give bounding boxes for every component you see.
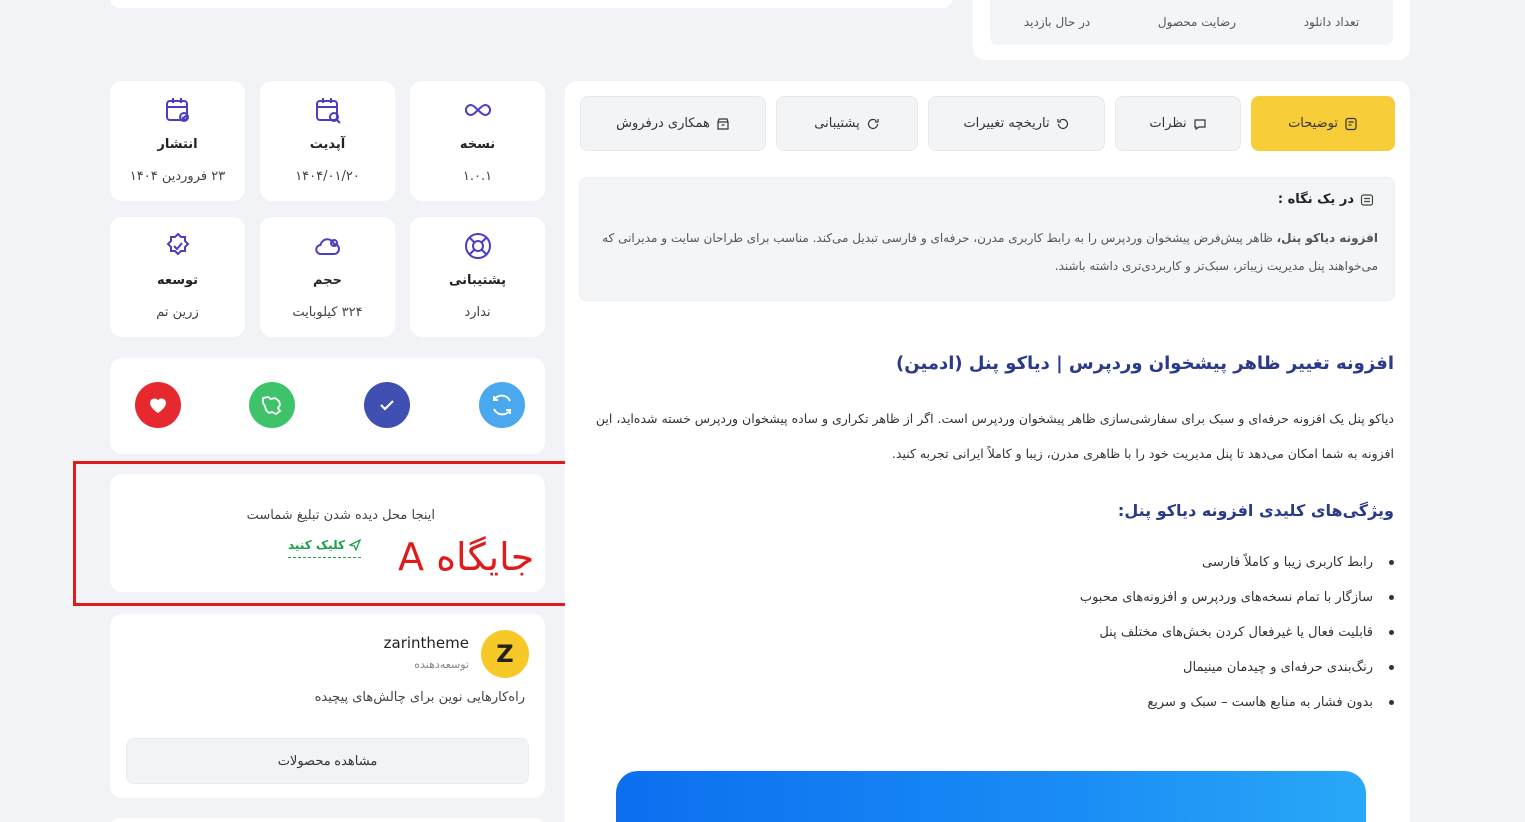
tab-comments[interactable]: نظرات: [1115, 96, 1241, 151]
infinity-icon: [464, 103, 491, 117]
glance-text: ظاهر پیش‌فرض پیشخوان وردپرس را به رابط ک…: [602, 231, 1378, 273]
stat-visiting-label: در حال بازدید: [1023, 15, 1091, 29]
tab-label: تاریخچه تغییرات: [963, 116, 1050, 131]
tab-label: پشتیبانی: [814, 116, 860, 131]
tab-changelog[interactable]: تاریخچه تغییرات: [928, 96, 1105, 151]
tab-affiliate[interactable]: همکاری درفروش: [580, 96, 766, 151]
cloud-icon: [314, 238, 340, 255]
developer-name[interactable]: zarintheme: [384, 634, 469, 652]
top-card-fragment: [110, 0, 952, 8]
tab-label: همکاری درفروش: [616, 116, 710, 131]
verified-badge-icon: [166, 232, 189, 256]
ad-slot-marker: A جایگاه: [398, 535, 535, 579]
tab-support[interactable]: پشتیبانی: [776, 96, 918, 151]
calendar-search-icon: [315, 98, 341, 124]
developer-description: راه‌کارهایی نوین برای چالش‌های پیچیده: [314, 690, 525, 705]
info-card-support: پشتیبانی ندارد: [410, 217, 545, 337]
tab-label: نظرات: [1149, 116, 1187, 131]
iran-map-icon: [262, 396, 282, 416]
document-icon: [1345, 117, 1357, 130]
product-stats-row: تعداد دانلود رضایت محصول در حال بازدید: [990, 0, 1393, 45]
list-item: سازگار با تمام نسخه‌های وردپرس و افزونه‌…: [1080, 580, 1394, 615]
view-products-button[interactable]: مشاهده محصولات: [126, 738, 529, 784]
info-card-value: زرین تم: [156, 305, 199, 320]
features-heading: ویژگی‌های کلیدی افزونه دیاکو پنل:: [1117, 501, 1394, 520]
intro-paragraph: دیاکو پنل یک افزونه حرفه‌ای و سبک برای س…: [595, 411, 1394, 461]
shop-icon: [717, 117, 729, 130]
list-item: بدون فشار به منابع هاست – سبک و سریع: [1080, 685, 1394, 720]
info-card-title: حجم: [313, 273, 342, 288]
favorite-button[interactable]: [135, 382, 181, 428]
page-title: افزونه تغییر ظاهر پیشخوان وردپرس | دیاکو…: [896, 353, 1394, 374]
info-card-size: حجم ۳۲۴ کیلوبایت: [260, 217, 395, 337]
info-card-value: ندارد: [464, 305, 491, 320]
glance-title: در یک نگاه :: [1278, 192, 1374, 207]
glance-product-name: افزونه دیاکو پنل،: [1276, 231, 1378, 245]
info-card-version: نسخه ۱.۰.۱: [410, 81, 545, 201]
comment-icon: [1194, 118, 1206, 130]
avatar[interactable]: Z: [481, 630, 529, 678]
glance-title-text: در یک نگاه :: [1277, 192, 1354, 207]
refresh-icon: [493, 394, 511, 416]
info-card-title: انتشار: [157, 137, 198, 152]
tab-label: توضیحات: [1288, 116, 1338, 131]
calendar-check-icon: [165, 98, 189, 122]
info-card-publish: انتشار ۲۳ فروردین ۱۴۰۴: [110, 81, 245, 201]
stat-satisfaction-label: رضایت محصول: [1157, 15, 1236, 29]
info-card-title: آپدیت: [309, 137, 346, 152]
heart-icon: [150, 398, 166, 413]
info-card-value: ۳۲۴ کیلوبایت: [292, 305, 363, 320]
info-card-developer: توسعه زرین تم: [110, 217, 245, 337]
info-card-update: آپدیت ۱۴۰۴/۰۱/۲۰: [260, 81, 395, 201]
verified-button[interactable]: [364, 382, 410, 428]
ad-highlight-frame: [73, 461, 571, 606]
glance-description: افزونه دیاکو پنل، ظاهر پیش‌فرض پیشخوان و…: [596, 224, 1378, 280]
developer-role: توسعه‌دهنده: [414, 658, 469, 671]
check-icon: [380, 400, 394, 411]
info-card-title: نسخه: [459, 137, 496, 152]
developer-card: Z zarintheme توسعه‌دهنده راه‌کارهایی نوی…: [110, 614, 545, 798]
features-list: رابط کاربری زیبا و کاملاً فارسی سازگار ب…: [1080, 545, 1394, 720]
note-icon: [1360, 193, 1374, 206]
iran-badge-button[interactable]: [249, 382, 295, 428]
lifebuoy-icon: [464, 233, 491, 259]
stat-downloads-label: تعداد دانلود: [1303, 15, 1360, 29]
main-content-card: توضیحات نظرات تاریخچه تغییرات پشتیبانی ه…: [565, 81, 1410, 822]
product-stats-card: تعداد دانلود رضایت محصول در حال بازدید: [973, 0, 1410, 60]
info-card-title: توسعه: [156, 273, 199, 288]
info-card-value: ۱.۰.۱: [462, 169, 493, 184]
at-a-glance-box: در یک نگاه : افزونه دیاکو پنل، ظاهر پیش‌…: [579, 177, 1395, 301]
list-item: قابلیت فعال یا غیرفعال کردن بخش‌های مختل…: [1080, 615, 1394, 650]
tab-description[interactable]: توضیحات: [1251, 96, 1395, 151]
refresh-icon: [867, 118, 879, 129]
info-card-value: ۱۴۰۴/۰۱/۲۰: [295, 169, 360, 184]
list-item: رابط کاربری زیبا و کاملاً فارسی: [1080, 545, 1394, 580]
list-item: رنگ‌بندی حرفه‌ای و چیدمان مینیمال: [1080, 650, 1394, 685]
product-banner: [616, 771, 1366, 822]
info-card-value: ۲۳ فروردین ۱۴۰۴: [129, 169, 226, 184]
history-icon: [1056, 118, 1068, 129]
update-button[interactable]: [479, 382, 525, 428]
bottom-card-fragment: [110, 818, 545, 822]
action-buttons-card: [110, 358, 545, 454]
info-card-title: پشتیبانی: [449, 273, 506, 288]
